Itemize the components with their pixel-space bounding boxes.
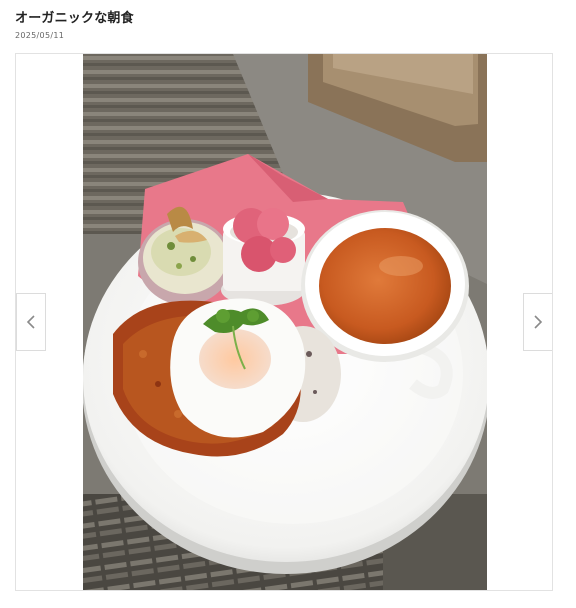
chevron-right-icon	[534, 315, 543, 329]
prev-image-button[interactable]	[16, 293, 46, 351]
next-image-button[interactable]	[523, 293, 552, 351]
post-title: オーガニックな朝食	[15, 11, 134, 26]
breakfast-photo[interactable]	[83, 54, 487, 590]
post-date: 2025/05/11	[15, 31, 65, 40]
image-gallery	[15, 53, 553, 591]
chevron-left-icon	[26, 315, 35, 329]
